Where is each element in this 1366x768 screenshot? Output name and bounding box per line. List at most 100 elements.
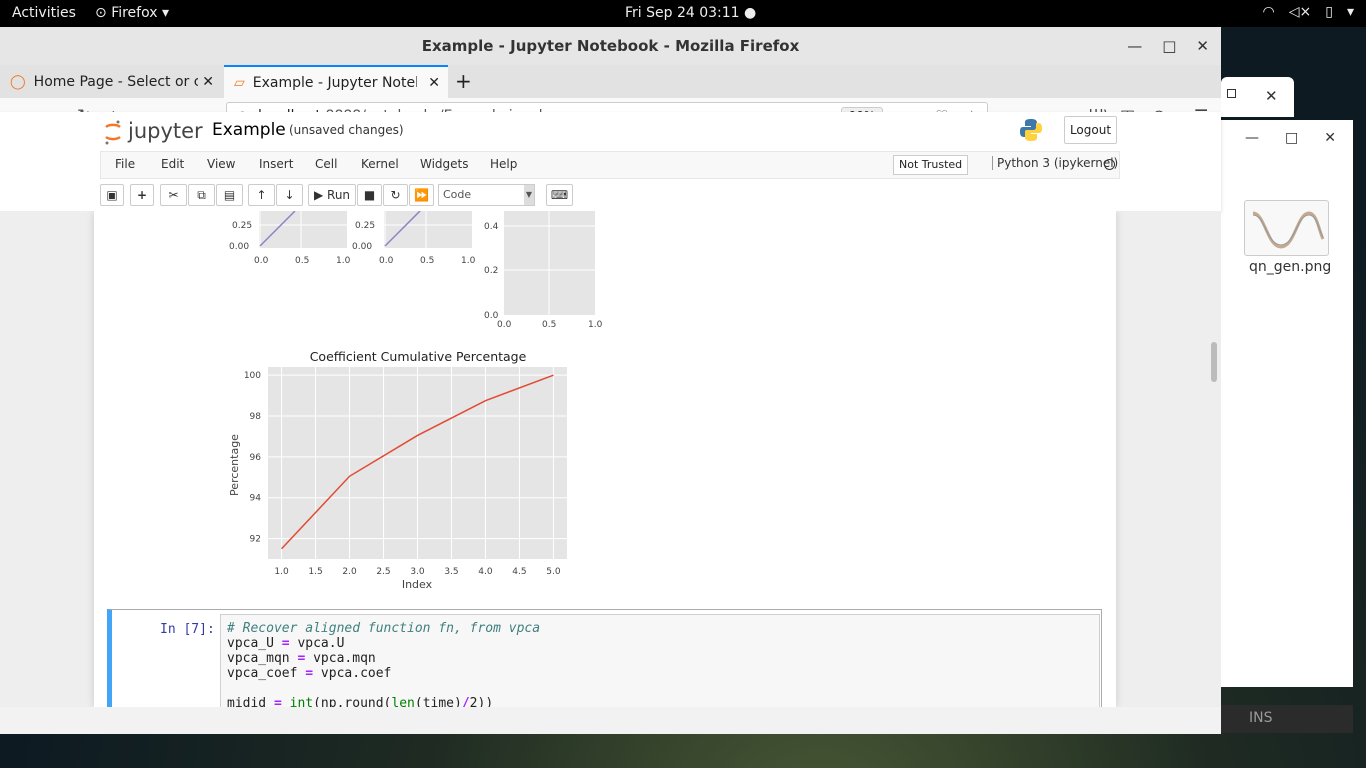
code-editor[interactable]: # Recover aligned function fn, from vpca…: [220, 614, 1100, 707]
file-thumbnail[interactable]: [1244, 200, 1329, 256]
paste-icon[interactable]: ▤: [216, 184, 243, 206]
file-name[interactable]: qn_gen.png: [1249, 259, 1331, 275]
x-tick-label: 0.5: [420, 256, 434, 266]
clock[interactable]: Fri Sep 24 03:11 ●: [625, 5, 756, 21]
y-tick-label: 94: [250, 494, 262, 504]
file-manager-window: — □ ✕ qn_gen.png: [1221, 120, 1353, 687]
volume-muted-icon: ◁×: [1288, 4, 1312, 20]
python-logo-icon: [1018, 117, 1044, 143]
system-top-bar: Activities ⊙ Firefox ▾ Fri Sep 24 03:11 …: [0, 0, 1366, 27]
y-tick-label: 96: [250, 453, 262, 463]
clock-label: Fri Sep 24 03:11: [625, 5, 740, 21]
menu-help[interactable]: Help: [490, 157, 517, 171]
menu-view[interactable]: View: [207, 157, 235, 171]
wifi-icon: ◠: [1262, 4, 1275, 20]
notebook-menubar: File Edit View Insert Cell Kernel Widget…: [100, 151, 1120, 179]
cell-prompt: In [7]:: [160, 622, 215, 637]
chevron-down-icon: ▾: [161, 5, 170, 21]
close-icon[interactable]: ✕: [202, 74, 214, 90]
app-menu[interactable]: ⊙ Firefox ▾: [95, 5, 169, 21]
jupyter-logo[interactable]: jupyter: [104, 119, 203, 145]
close-icon[interactable]: ✕: [1196, 27, 1209, 65]
save-icon[interactable]: ▣: [100, 184, 124, 206]
close-icon[interactable]: ✕: [1324, 130, 1336, 146]
close-icon[interactable]: ✕: [1265, 87, 1278, 105]
battery-icon: ▯: [1325, 4, 1333, 20]
code-line: vpca_coef = vpca.coef: [227, 666, 392, 681]
app-menu-label: Firefox: [111, 5, 158, 21]
x-tick-label: 1.0: [461, 256, 476, 266]
close-icon[interactable]: ✕: [428, 75, 440, 91]
y-tick-label: 0.00: [229, 242, 249, 252]
small-plot-1: 0.25 0.00 0.0 0.5 1.0: [229, 211, 351, 266]
copy-icon[interactable]: ⧉: [188, 184, 215, 206]
menu-kernel[interactable]: Kernel: [361, 157, 399, 171]
code-line: # Recover aligned function fn, from vpca: [227, 621, 541, 636]
code-line: vpca_U = vpca.U: [227, 636, 345, 651]
trust-button[interactable]: Not Trusted: [893, 155, 969, 175]
code-cell[interactable]: In [7]: # Recover aligned function fn, f…: [107, 609, 1102, 707]
y-tick-label: 0.25: [232, 221, 252, 231]
menu-widgets[interactable]: Widgets: [420, 157, 469, 171]
x-tick-label: 1.0: [336, 256, 351, 266]
tab-bar: ◯ Home Page - Select or create a noteboo…: [0, 65, 1221, 98]
firefox-icon: ⊙: [95, 5, 107, 21]
notebook-name[interactable]: Example: [212, 120, 286, 140]
window-titlebar[interactable]: Example - Jupyter Notebook - Mozilla Fir…: [0, 27, 1221, 65]
menu-insert[interactable]: Insert: [259, 157, 293, 171]
maximize-icon[interactable]: [1227, 89, 1236, 98]
menu-cell[interactable]: Cell: [315, 157, 337, 171]
menu-edit[interactable]: Edit: [161, 157, 184, 171]
window-title: Example - Jupyter Notebook - Mozilla Fir…: [421, 37, 800, 55]
x-tick-label: 1.0: [274, 567, 289, 577]
x-tick-label: 3.0: [410, 567, 425, 577]
y-tick-label: 0.25: [355, 221, 375, 231]
jupyter-logo-icon: [104, 119, 122, 145]
restart-run-all-icon[interactable]: ⏩: [409, 184, 434, 206]
system-tray[interactable]: ◠ ◁× ▯ ▾: [1263, 4, 1354, 20]
minimize-icon[interactable]: —: [1127, 27, 1142, 65]
y-tick-label: 0.2: [484, 266, 498, 276]
x-tick-label: 0.5: [542, 320, 556, 330]
chevron-down-icon: ▾: [1346, 4, 1354, 20]
chart-title: Coefficient Cumulative Percentage: [310, 349, 527, 364]
interrupt-icon[interactable]: ■: [357, 184, 382, 206]
x-tick-label: 2.0: [342, 567, 357, 577]
page-scrollbar[interactable]: [1211, 342, 1217, 382]
menu-file[interactable]: File: [115, 157, 135, 171]
logout-button[interactable]: Logout: [1064, 116, 1117, 144]
x-tick-label: 2.5: [376, 567, 390, 577]
x-axis-label: Index: [402, 578, 433, 591]
maximize-icon[interactable]: □: [1285, 130, 1298, 146]
move-up-icon[interactable]: ↑: [248, 184, 275, 206]
x-tick-label: 3.5: [444, 567, 458, 577]
move-down-icon[interactable]: ↓: [276, 184, 303, 206]
jupyter-wordmark: jupyter: [128, 119, 203, 143]
y-tick-label: 100: [244, 371, 261, 381]
plot-background: [384, 211, 472, 248]
tab-label: Home Page - Select or create a notebook: [33, 73, 198, 90]
minimize-icon[interactable]: —: [1245, 130, 1259, 146]
activities-button[interactable]: Activities: [12, 5, 76, 21]
maximize-icon[interactable]: □: [1162, 27, 1176, 65]
restart-icon[interactable]: ↻: [383, 184, 408, 206]
background-window[interactable]: ✕: [1221, 77, 1294, 117]
notebook-container: 0.25 0.00 0.0 0.5 1.0 0.25 0.00 0.0 0.5 …: [94, 211, 1116, 707]
chevron-down-icon: ▼: [524, 185, 534, 205]
cell-type-select[interactable]: Code ▼: [438, 184, 535, 206]
kernel-status-icon: [1104, 159, 1115, 170]
x-tick-label: 1.5: [308, 567, 322, 577]
run-button[interactable]: ▶ Run: [308, 184, 356, 206]
new-tab-icon[interactable]: +: [455, 69, 472, 93]
keyboard-icon[interactable]: ⌨: [546, 184, 573, 206]
tab-example[interactable]: ▱ Example - Jupyter Notebook ✕: [224, 65, 448, 98]
coefficient-cumulative-chart: Coefficient Cumulative Percentage 1.0 1.5…: [228, 349, 567, 591]
insert-cell-icon[interactable]: +: [130, 184, 154, 206]
cut-icon[interactable]: ✂: [160, 184, 187, 206]
x-tick-label: 5.0: [546, 567, 561, 577]
tab-home-page[interactable]: ◯ Home Page - Select or create a noteboo…: [0, 65, 222, 98]
tab-label: Example - Jupyter Notebook: [252, 74, 417, 91]
notebook-area[interactable]: 0.25 0.00 0.0 0.5 1.0 0.25 0.00 0.0 0.5 …: [0, 211, 1221, 707]
kernel-name[interactable]: Python 3 (ipykernel): [992, 156, 1118, 170]
